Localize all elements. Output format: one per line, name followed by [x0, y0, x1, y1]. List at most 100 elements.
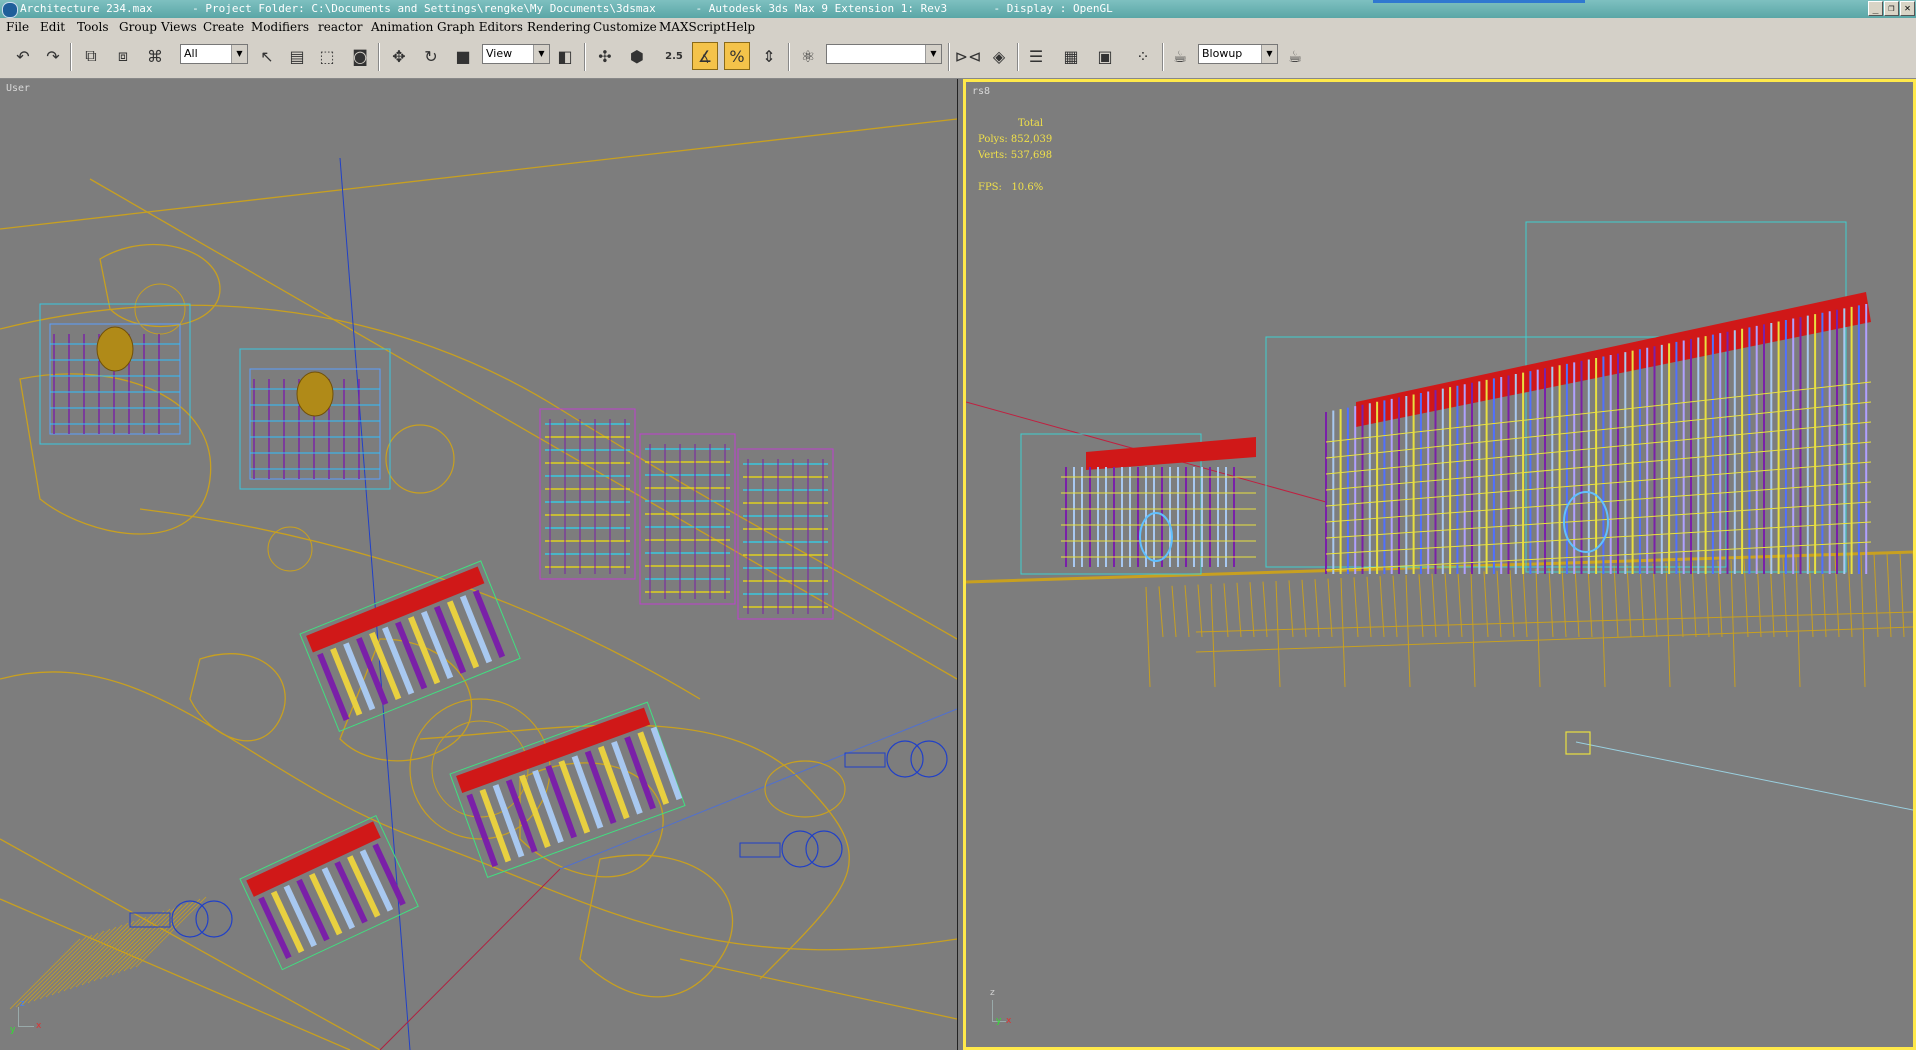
foundation-pile	[1548, 568, 1554, 638]
rect-region-icon[interactable]: ⬚	[314, 42, 340, 70]
terrace-part	[571, 755, 604, 829]
toolbar-separator	[1162, 43, 1164, 71]
camera-gizmo	[781, 830, 819, 868]
redo-icon[interactable]: ↷	[40, 42, 66, 70]
camera-gizmo	[910, 740, 948, 778]
axis-y-label: y	[10, 1025, 16, 1035]
camera-gizmo	[886, 740, 924, 778]
mirror-icon[interactable]: ⊳⊲	[955, 42, 982, 70]
material-editor-icon[interactable]: ⁘	[1130, 42, 1156, 70]
camera-viewport-scene	[966, 221, 1913, 811]
menu-create[interactable]: Create	[203, 18, 244, 37]
menu-file[interactable]: File	[6, 18, 29, 37]
menu-tools[interactable]: Tools	[77, 18, 109, 37]
window-crossing-icon[interactable]: ◙	[347, 42, 373, 70]
undo-icon[interactable]: ↶	[10, 42, 36, 70]
terrace-part	[637, 731, 670, 805]
polys-value: 852,039	[1010, 134, 1053, 145]
terrace-part	[650, 726, 683, 801]
menu-views[interactable]: Views	[161, 18, 197, 37]
menu-edit[interactable]: Edit	[40, 18, 65, 37]
menu-graph-editors[interactable]: Graph Editors	[437, 18, 523, 37]
viewport-camera-rs8[interactable]: rs8 Total Polys: 852,039 Verts: 537,698 …	[963, 79, 1916, 1050]
terrace-part	[356, 637, 389, 706]
main-toolbar: ↶ ↷ ⧉ ⧈ ⌘ All ▼ ↖ ▤ ⬚ ◙ ✥ ↻ ■ View ▼ ◧ ✣ ⬢…	[0, 37, 1916, 79]
menu-group[interactable]: Group	[119, 18, 157, 37]
ground-line	[189, 653, 286, 742]
select-object-icon[interactable]: ↖	[254, 42, 280, 70]
bind-spacewarp-icon[interactable]: ⌘	[142, 42, 168, 70]
terrace-part	[466, 793, 499, 868]
foundation-pile	[1795, 556, 1801, 688]
edit-named-sets-icon[interactable]: ⚛	[795, 42, 821, 70]
menu-bar: File Edit Tools Group Views Create Modif…	[0, 18, 1916, 37]
selection-filter-dropdown[interactable]: All ▼	[180, 44, 248, 64]
reference-coord-dropdown[interactable]: View ▼	[482, 44, 550, 64]
keyboard-shortcut-icon[interactable]: ⬢	[624, 42, 650, 70]
terrace-building	[449, 701, 686, 879]
percent-snap-icon[interactable]: %	[724, 42, 750, 70]
quick-render-icon[interactable]: ☕	[1282, 42, 1308, 70]
render-preset-dropdown[interactable]: Blowup ▼	[1198, 44, 1278, 64]
foundation-pile	[1600, 565, 1606, 688]
foundation-pile	[1301, 579, 1307, 638]
menu-maxscript[interactable]: MAXScript	[659, 18, 726, 37]
facade-floor	[1325, 501, 1872, 539]
restore-button[interactable]: ❐	[1884, 1, 1899, 16]
foundation-pile	[1808, 556, 1814, 638]
foundation-pile	[1860, 553, 1866, 688]
foundation-pile	[1470, 571, 1476, 688]
fps-value: 10.6%	[1011, 182, 1044, 193]
menu-help[interactable]: Help	[726, 18, 755, 37]
foundation-pile	[1743, 559, 1749, 638]
angle-snap-icon[interactable]: ∡	[692, 42, 718, 70]
close-button[interactable]: ✕	[1900, 1, 1915, 16]
foundation-pile	[1379, 576, 1385, 638]
menu-modifiers[interactable]: Modifiers	[251, 18, 309, 37]
rotate-icon[interactable]: ↻	[418, 42, 444, 70]
scale-icon[interactable]: ■	[450, 42, 476, 70]
select-by-name-icon[interactable]: ▤	[284, 42, 310, 70]
manipulate-icon[interactable]: ✣	[592, 42, 618, 70]
menu-reactor[interactable]: reactor	[318, 18, 363, 37]
render-scene-icon[interactable]: ☕	[1167, 42, 1193, 70]
app-icon[interactable]	[2, 2, 18, 18]
curve-editor-icon[interactable]: ▦	[1058, 42, 1084, 70]
toolbar-separator	[1017, 43, 1019, 71]
terrace-part	[330, 647, 363, 716]
toolbar-separator	[584, 43, 586, 71]
spinner-snap-icon[interactable]: ⇕	[756, 42, 782, 70]
pivot-icon[interactable]: ◧	[552, 42, 578, 70]
named-selection-dropdown[interactable]: ▼	[826, 44, 942, 64]
ground-line	[89, 178, 957, 680]
unlink-icon[interactable]: ⧈	[110, 42, 136, 70]
schematic-view-icon[interactable]: ▣	[1092, 42, 1118, 70]
chevron-down-icon: ▼	[925, 45, 941, 63]
foundation-pile	[1457, 572, 1463, 638]
ground-line	[0, 118, 957, 230]
foundation-pile	[1262, 581, 1268, 638]
roof-element	[296, 371, 334, 417]
minimize-button[interactable]: _	[1868, 1, 1883, 16]
foundation-pile	[1678, 562, 1684, 638]
ground-line	[0, 671, 957, 951]
move-icon[interactable]: ✥	[386, 42, 412, 70]
layer-manager-icon[interactable]: ☰	[1023, 42, 1049, 70]
toolbar-separator	[70, 43, 72, 71]
link-icon[interactable]: ⧉	[78, 42, 104, 70]
terrace-part	[519, 774, 551, 848]
menu-animation[interactable]: Animation	[371, 18, 433, 37]
terrace-part	[597, 745, 630, 820]
snap-toggle-icon[interactable]: 2.5	[661, 42, 687, 70]
viewport-label[interactable]: User	[6, 83, 30, 94]
viewport-user[interactable]: User y z x	[0, 79, 958, 1050]
menu-rendering[interactable]: Rendering	[527, 18, 591, 37]
foundation-pile	[1275, 580, 1281, 688]
terrace-part	[421, 610, 454, 679]
align-icon[interactable]: ◈	[986, 42, 1012, 70]
viewport-label[interactable]: rs8	[972, 86, 990, 97]
menu-customize[interactable]: Customize	[593, 18, 657, 37]
terrace-part	[239, 814, 419, 971]
window-title: Architecture 234.max - Project Folder: C…	[20, 2, 1113, 15]
statistics-overlay: Total Polys: 852,039 Verts: 537,698 FPS:…	[978, 116, 1052, 196]
